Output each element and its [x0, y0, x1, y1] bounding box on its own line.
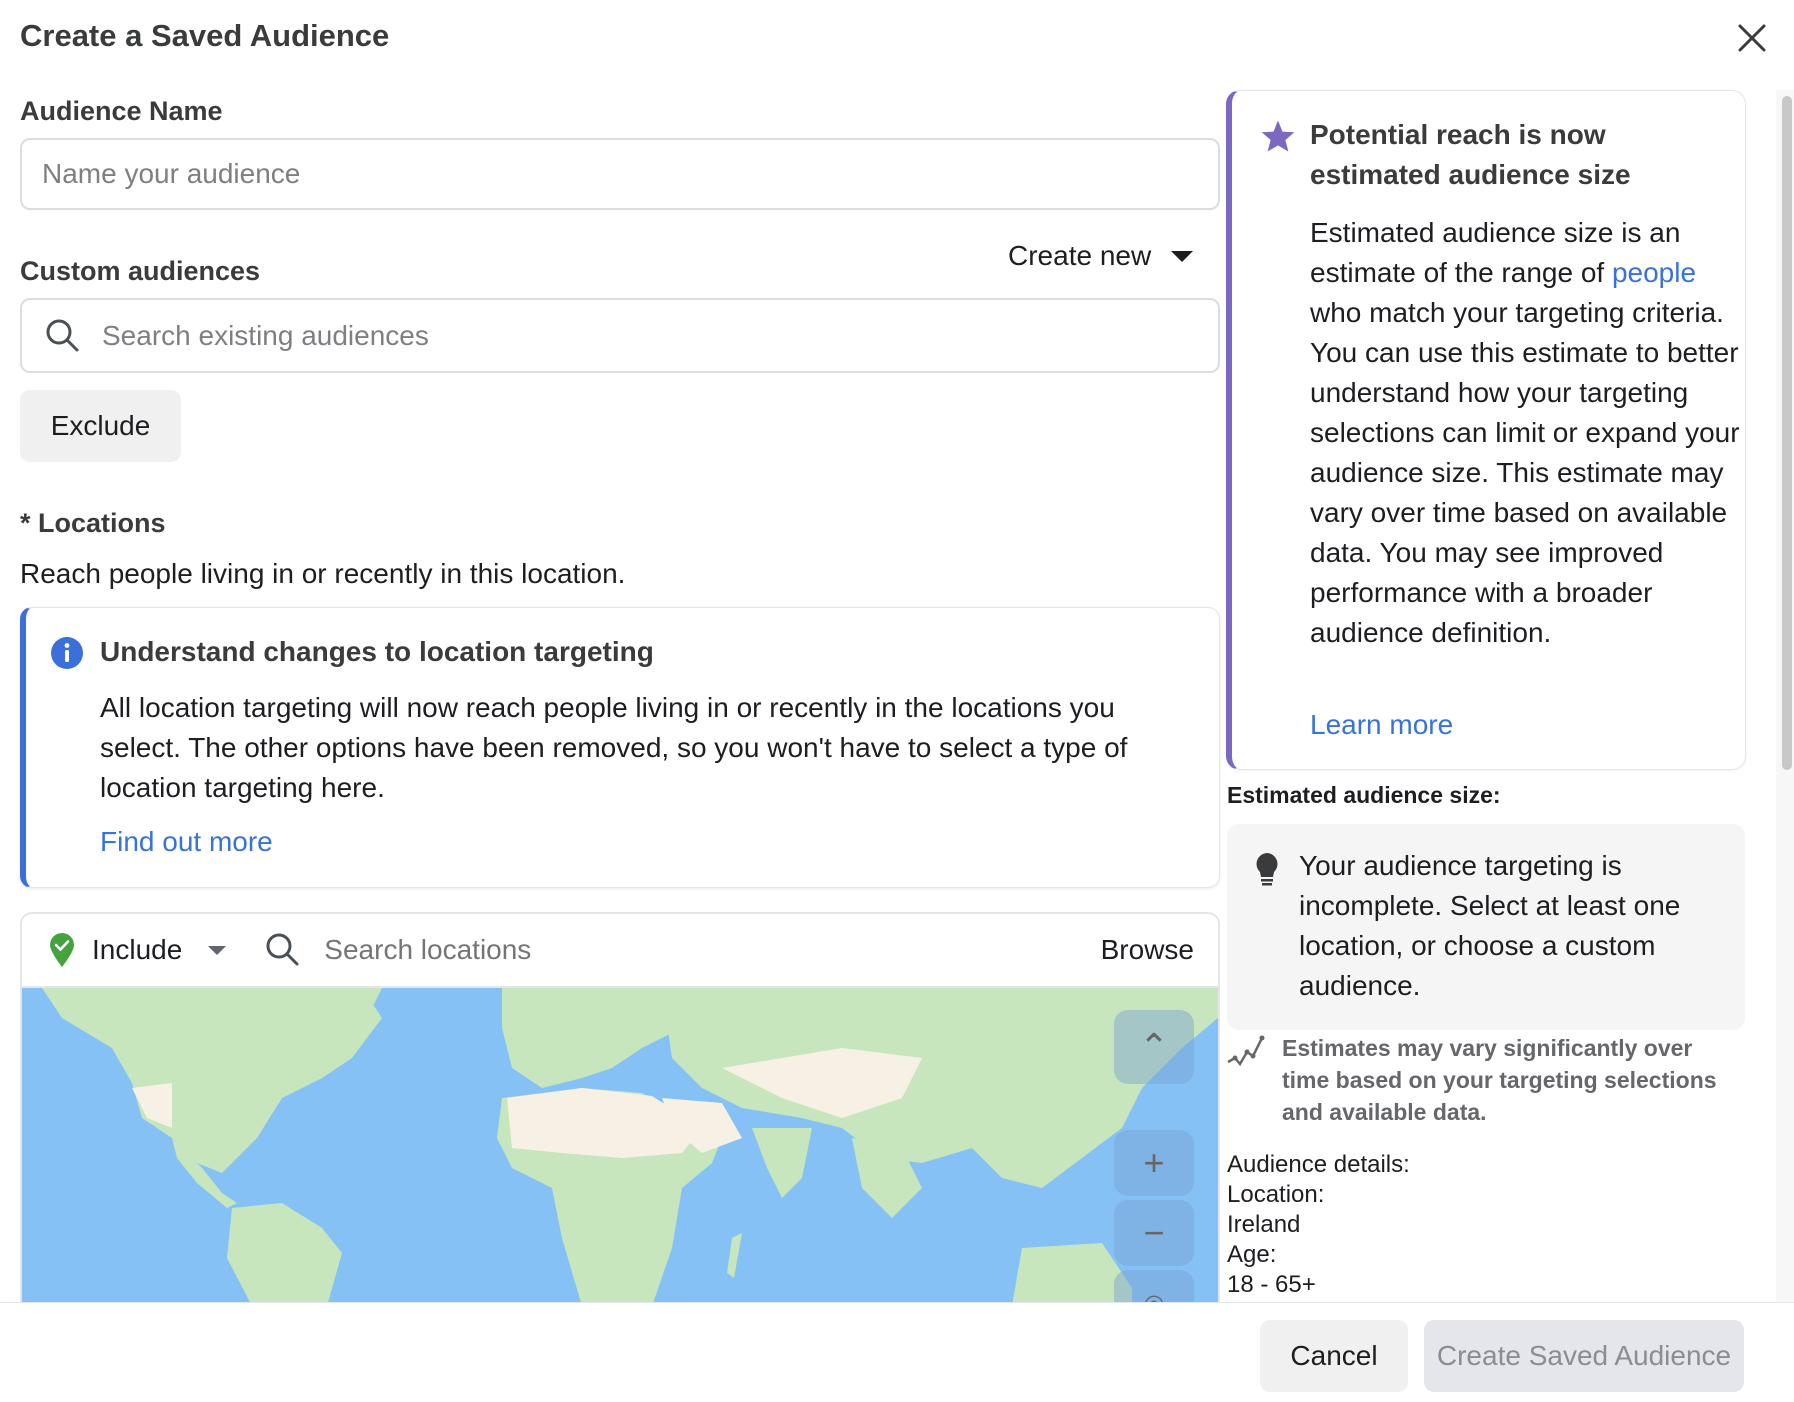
include-dropdown[interactable]: Include [48, 932, 227, 968]
audience-details-heading: Audience details: [1227, 1151, 1410, 1178]
scrollbar-thumb[interactable] [1782, 96, 1792, 770]
caret-down-icon [208, 945, 227, 955]
estimated-size-label: Estimated audience size: [1227, 782, 1501, 808]
callout-body: All location targeting will now reach pe… [100, 692, 1128, 803]
age-detail-label: Age: [1227, 1241, 1277, 1268]
find-out-more-link[interactable]: Find out more [100, 826, 273, 858]
close-button[interactable] [1732, 18, 1772, 58]
create-saved-audience-button[interactable]: Create Saved Audience [1424, 1320, 1744, 1392]
caret-down-icon [1171, 250, 1194, 262]
reach-body-text-continued: who match your targeting criteria. You c… [1310, 297, 1740, 648]
age-detail-value: 18 - 65+ [1227, 1271, 1316, 1298]
learn-more-link[interactable]: Learn more [1310, 709, 1453, 741]
estimate-status-box: Your audience targeting is incomplete. S… [1227, 824, 1745, 1030]
location-search-input[interactable] [324, 934, 1101, 966]
audience-name-field[interactable] [20, 138, 1220, 210]
search-icon [266, 933, 299, 966]
location-detail-value: Ireland [1227, 1211, 1301, 1238]
map-zoom-in-button[interactable]: + [1114, 1130, 1194, 1196]
audience-name-label: Audience Name [20, 96, 223, 126]
locations-subtitle: Reach people living in or recently in th… [20, 558, 626, 589]
map-recenter-button[interactable]: ◎ [1114, 1270, 1194, 1302]
location-info-callout: Understand changes to location targeting… [20, 607, 1220, 888]
chevron-up-icon: ⌃ [1138, 1026, 1170, 1067]
location-selector: Include Browse [20, 912, 1220, 1304]
info-icon [51, 637, 83, 669]
people-link[interactable]: people [1612, 257, 1696, 288]
exclude-button[interactable]: Exclude [20, 390, 181, 462]
star-icon [1261, 120, 1295, 152]
reach-card-title: Potential reach is now estimated audienc… [1310, 119, 1631, 190]
dialog-title: Create a Saved Audience [20, 18, 390, 53]
close-icon [1738, 24, 1766, 52]
reach-card-body: Estimated audience size is an estimate o… [1310, 213, 1740, 653]
incomplete-targeting-message: Your audience targeting is incomplete. S… [1299, 850, 1681, 1001]
location-toolbar: Include Browse [22, 914, 1218, 988]
custom-audience-search-input[interactable] [102, 319, 1218, 352]
world-map-graphic [22, 988, 1218, 1302]
lightbulb-icon [1256, 853, 1278, 886]
create-new-label: Create new [1008, 240, 1152, 271]
trend-line-icon [1227, 1035, 1265, 1067]
map-zoom-out-button[interactable]: − [1114, 1200, 1194, 1266]
create-new-dropdown[interactable]: Create new [1008, 240, 1194, 272]
estimate-variance-note: Estimates may vary significantly over ti… [1282, 1035, 1717, 1125]
include-label: Include [92, 934, 183, 965]
custom-audiences-label: Custom audiences [20, 256, 261, 286]
reach-info-card: Potential reach is now estimated audienc… [1226, 90, 1746, 770]
cancel-button[interactable]: Cancel [1260, 1320, 1408, 1392]
audience-name-input[interactable] [42, 158, 1218, 190]
custom-audience-search[interactable] [20, 298, 1220, 373]
audience-details: Audience details: Location: Ireland Age:… [1227, 1150, 1410, 1300]
minus-icon: − [1143, 1212, 1165, 1253]
locations-label: * Locations [20, 508, 166, 538]
callout-title: Understand changes to location targeting [100, 636, 654, 667]
search-icon [46, 319, 79, 351]
map-collapse-button[interactable]: ⌃ [1114, 1010, 1194, 1084]
world-map[interactable]: ⌃ + − ◎ [22, 988, 1218, 1302]
location-detail-label: Location: [1227, 1181, 1325, 1208]
browse-button[interactable]: Browse [1101, 934, 1194, 966]
location-pin-check-icon [50, 933, 74, 967]
plus-icon: + [1143, 1142, 1165, 1183]
